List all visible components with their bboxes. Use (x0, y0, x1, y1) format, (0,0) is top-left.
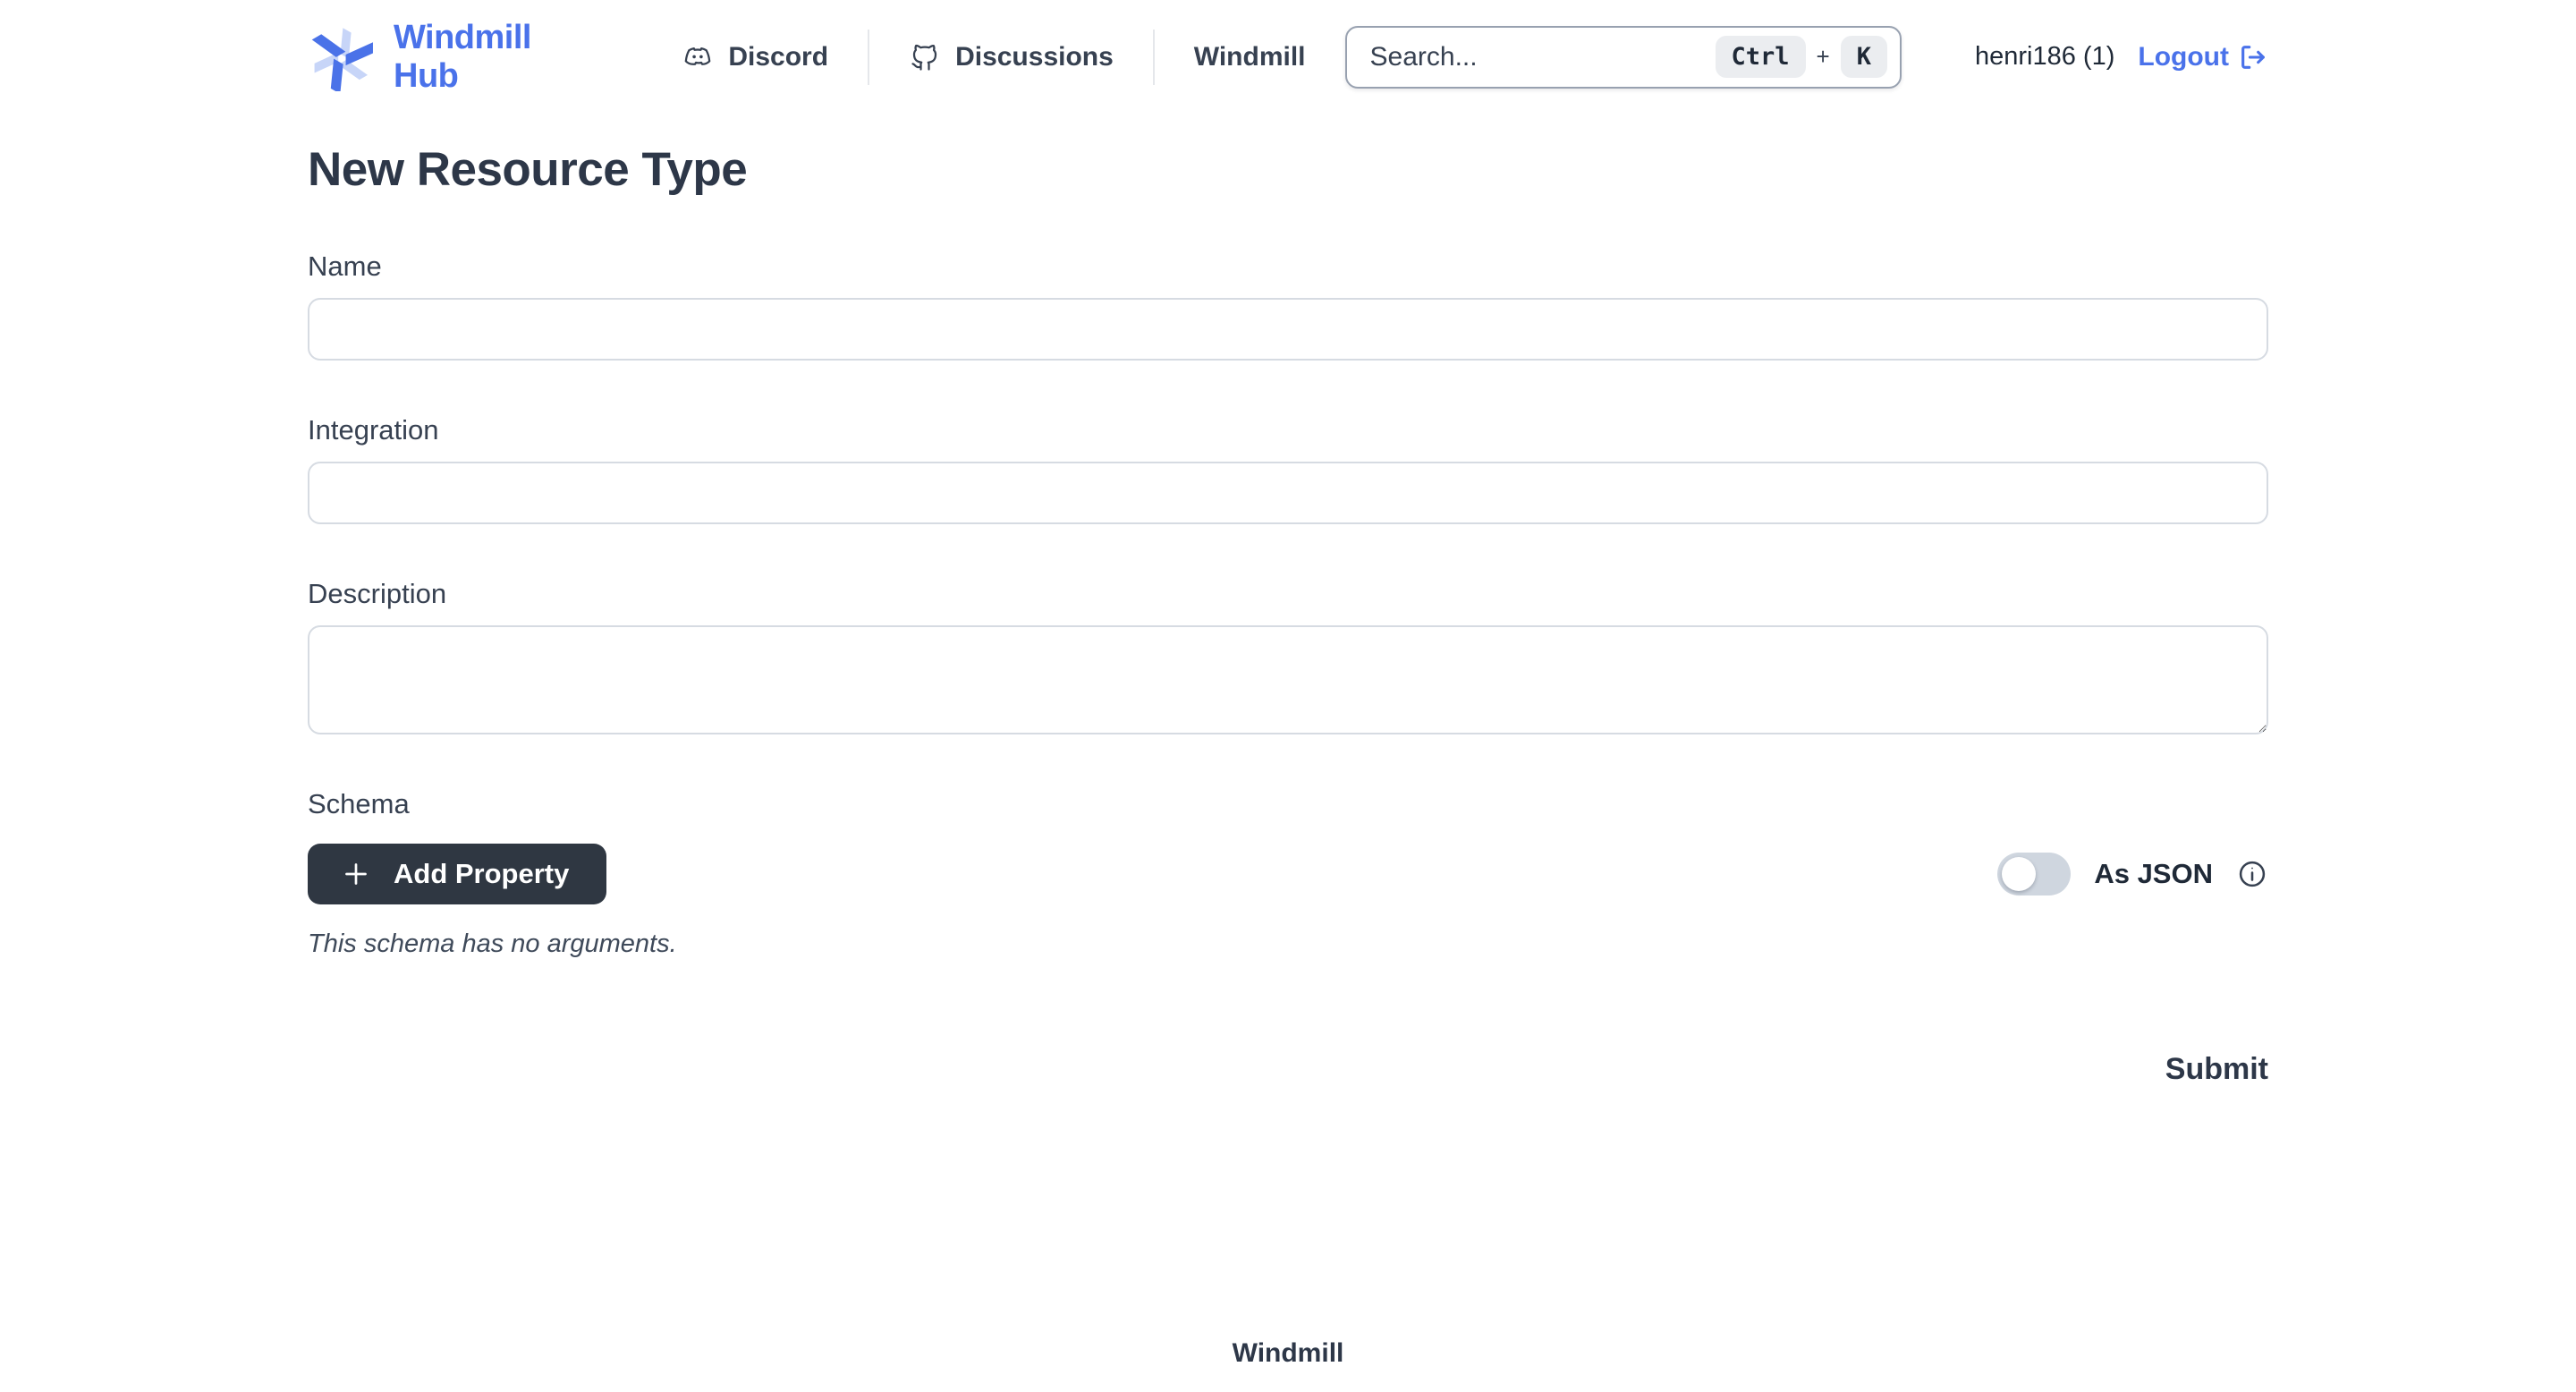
page-title: New Resource Type (308, 142, 2268, 197)
schema-empty-note: This schema has no arguments. (308, 929, 2268, 959)
brand-home-link[interactable]: Windmill Hub (308, 19, 546, 96)
brand-name: Windmill Hub (394, 19, 546, 96)
schema-controls-row: Add Property As JSON (308, 844, 2268, 904)
as-json-label: As JSON (2094, 858, 2213, 890)
description-textarea[interactable] (308, 625, 2268, 734)
kbd-ctrl: Ctrl (1716, 36, 1806, 78)
nav-item-windmill[interactable]: Windmill (1155, 42, 1345, 72)
discord-icon (682, 41, 714, 73)
logout-link[interactable]: Logout (2138, 42, 2268, 72)
as-json-toggle[interactable] (1997, 853, 2071, 895)
schema-section-label: Schema (308, 788, 2268, 820)
logout-label: Logout (2138, 42, 2229, 72)
add-property-button[interactable]: Add Property (308, 844, 606, 904)
add-property-label: Add Property (394, 858, 569, 890)
submit-row: Submit (308, 1052, 2268, 1087)
info-icon[interactable] (2236, 858, 2268, 890)
username-label: henri186 (1) (1975, 42, 2114, 72)
nav-item-label: Windmill (1194, 42, 1306, 72)
description-field-label: Description (308, 578, 2268, 610)
discussions-icon (909, 41, 941, 73)
plus-icon (340, 858, 372, 890)
name-input[interactable] (308, 298, 2268, 361)
search-bar: Ctrl + K (1345, 26, 1902, 89)
main-content: New Resource Type Name Integration Descr… (0, 142, 2576, 1087)
footer-windmill-link[interactable]: Windmill (1233, 1338, 1344, 1368)
submit-button[interactable]: Submit (2165, 1052, 2268, 1087)
page-footer: Windmill (0, 1338, 2576, 1369)
nav-item-label: Discord (728, 42, 828, 72)
logout-icon (2238, 42, 2268, 72)
top-nav: Windmill Hub Discord Discussions (0, 0, 2576, 114)
integration-field-label: Integration (308, 414, 2268, 446)
windmill-logo-icon (308, 23, 376, 91)
main-nav: Discord Discussions Windmill (642, 30, 1344, 85)
nav-item-discussions[interactable]: Discussions (869, 41, 1153, 73)
kbd-separator: + (1817, 43, 1830, 71)
search-input[interactable] (1370, 42, 1716, 72)
integration-input[interactable] (308, 462, 2268, 524)
nav-item-discord[interactable]: Discord (642, 41, 868, 73)
as-json-control: As JSON (1997, 853, 2268, 895)
nav-item-label: Discussions (955, 42, 1114, 72)
name-field-label: Name (308, 250, 2268, 283)
kbd-k: K (1841, 36, 1887, 78)
toggle-knob (2002, 857, 2036, 891)
user-area: henri186 (1) Logout (1975, 42, 2268, 72)
